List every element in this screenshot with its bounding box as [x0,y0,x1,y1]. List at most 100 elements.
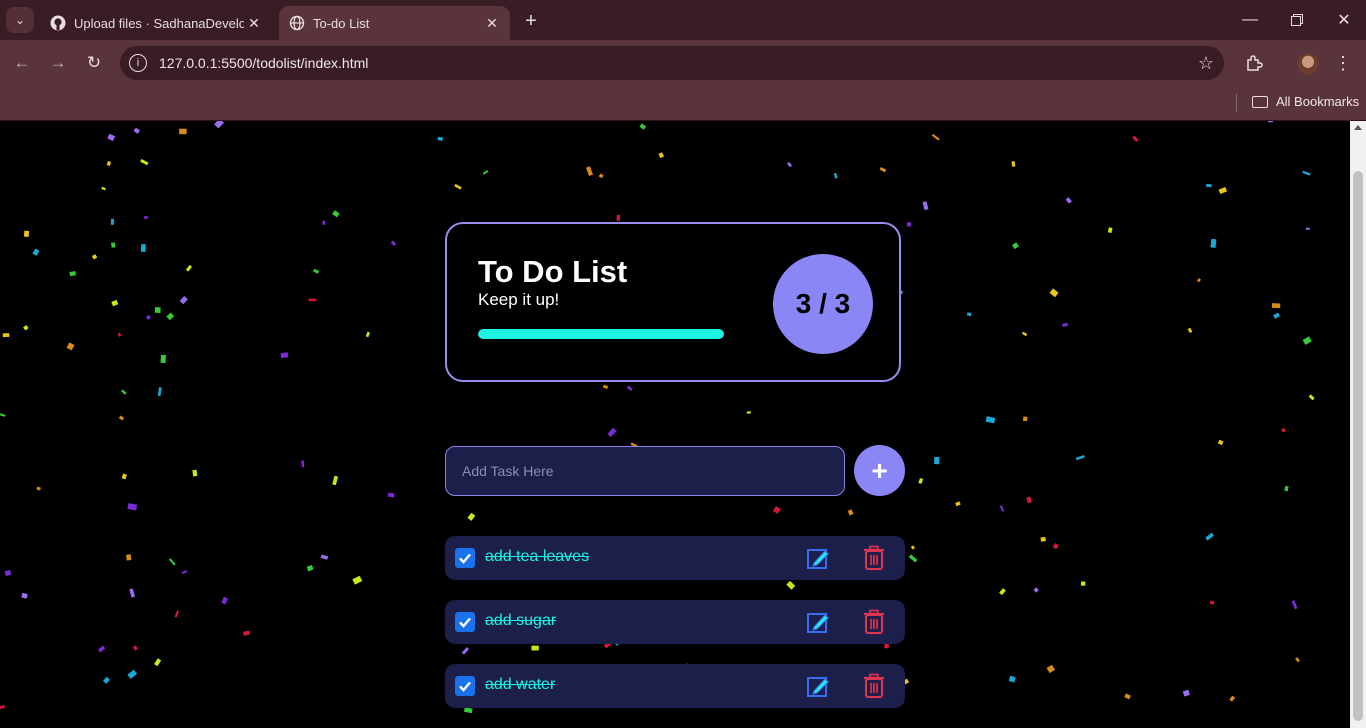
checkmark-icon [459,553,471,564]
address-bar[interactable]: i 127.0.0.1:5500/todolist/index.html ☆ [120,46,1224,80]
confetti-piece [616,214,621,221]
confetti-piece [1218,186,1228,194]
confetti-piece [66,342,75,351]
checkmark-icon [459,681,471,692]
confetti-piece [160,354,166,364]
tab-upload-files[interactable]: Upload files · SadhanaDevelope ✕ [40,6,272,40]
confetti-piece [1302,170,1311,176]
confetti-piece [1026,496,1032,504]
confetti-piece [746,411,751,414]
confetti-piece [4,569,12,577]
confetti-piece [2,333,10,338]
confetti-piece [192,469,198,477]
confetti-piece [985,416,996,424]
confetti-piece [1021,331,1028,337]
confetti-piece [0,413,6,417]
confetti-piece [1271,303,1281,309]
confetti-piece [1075,455,1085,461]
scroll-thumb[interactable] [1353,171,1363,721]
task-checkbox[interactable] [455,612,475,632]
confetti-piece [111,299,119,307]
confetti-piece [918,477,924,484]
confetti-piece [906,222,912,227]
confetti-piece [365,331,370,338]
bookmark-star-icon[interactable]: ☆ [1198,53,1214,74]
close-icon[interactable]: ✕ [482,13,502,33]
edit-icon[interactable] [806,674,830,698]
confetti-piece [301,460,305,468]
globe-icon [289,15,305,31]
menu-icon[interactable]: ⋮ [1331,51,1355,75]
confetti-piece [658,152,665,159]
confetti-piece [157,387,162,397]
all-bookmarks-button[interactable]: All Bookmarks [1252,94,1359,109]
confetti-piece [1197,278,1201,283]
confetti-piece [1217,439,1224,446]
confetti-piece [140,244,146,252]
confetti-piece [464,707,473,714]
confetti-piece [132,645,138,651]
confetti-piece [1107,227,1113,233]
confetti-piece [117,332,122,337]
confetti-piece [1065,197,1072,204]
confetti-piece [103,676,111,684]
add-task-button[interactable]: + [854,445,905,496]
url-text[interactable]: 127.0.0.1:5500/todolist/index.html [159,55,368,71]
trash-icon[interactable] [863,673,885,699]
confetti-piece [133,127,141,134]
confetti-piece [36,486,41,491]
back-button[interactable]: ← [10,51,34,75]
tab-bar: ⌄ Upload files · SadhanaDevelope ✕ To-do… [0,0,1366,40]
confetti-piece [1281,427,1286,433]
edit-icon[interactable] [806,610,830,634]
confetti-piece [585,166,593,177]
task-checkbox[interactable] [455,548,475,568]
confetti-piece [332,210,340,218]
reload-button[interactable]: ↻ [82,51,106,75]
confetti-piece [1187,327,1193,334]
trash-icon[interactable] [863,545,885,571]
confetti-piece [461,647,470,655]
confetti-piece [1049,288,1059,298]
confetti-piece [129,588,135,598]
confetti-piece [922,201,929,211]
confetti-piece [1080,581,1086,586]
scrollbar[interactable] [1350,121,1366,728]
add-task-input[interactable] [445,446,845,496]
page-title: To Do List [478,254,628,289]
confetti-piece [179,128,187,135]
edit-icon[interactable] [806,546,830,570]
profile-avatar[interactable] [1297,53,1319,75]
task-counter: 3 / 3 [773,254,873,354]
confetti-piece [91,254,98,260]
confetti-piece [910,545,915,550]
confetti-piece [1052,543,1059,550]
confetti-piece [1302,336,1312,345]
all-bookmarks-label: All Bookmarks [1276,94,1360,109]
restore-button[interactable] [1285,8,1309,32]
close-icon[interactable]: ✕ [244,13,264,33]
confetti-piece [185,264,193,272]
task-checkbox[interactable] [455,676,475,696]
checkmark-icon [459,617,471,628]
confetti-piece [214,121,224,129]
trash-icon[interactable] [863,609,885,635]
confetti-piece [1008,675,1016,683]
confetti-piece [1011,242,1019,250]
summary-card: To Do List Keep it up! 3 / 3 [445,222,901,382]
confetti-piece [313,268,320,274]
minimize-button[interactable]: — [1238,8,1262,32]
confetti-piece [181,570,188,575]
extensions-icon[interactable] [1242,51,1266,75]
confetti-piece [931,133,940,141]
confetti-piece [145,314,152,320]
new-tab-button[interactable]: + [520,10,542,32]
tab-search-button[interactable]: ⌄ [6,7,34,33]
confetti-piece [1062,322,1069,327]
confetti-piece [322,220,326,225]
site-info-icon[interactable]: i [129,54,147,72]
tab-todo-list[interactable]: To-do List ✕ [279,6,510,40]
close-window-button[interactable]: ✕ [1332,8,1356,32]
forward-button[interactable]: → [46,51,70,75]
scroll-up-arrow-icon[interactable] [1354,125,1362,130]
